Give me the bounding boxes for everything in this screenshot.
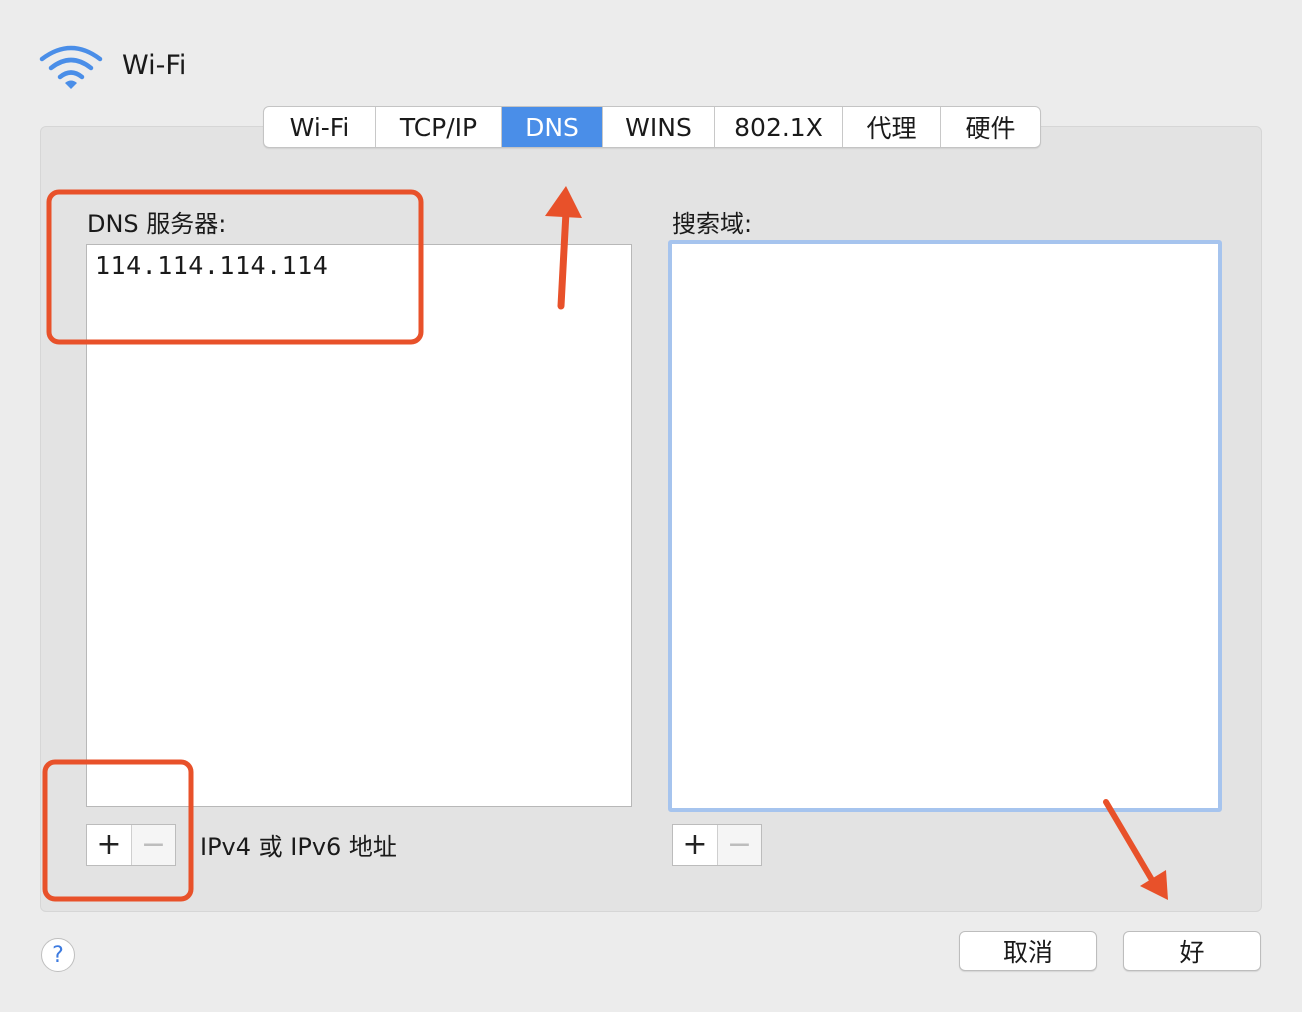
tab-wins[interactable]: WINS	[603, 107, 715, 147]
dns-add-remove-group: + −	[86, 824, 176, 866]
search-domains-list[interactable]	[668, 240, 1222, 812]
tab-dns[interactable]: DNS	[502, 107, 603, 147]
tab-hardware[interactable]: 硬件	[941, 107, 1040, 147]
window-title: Wi-Fi	[122, 49, 187, 81]
cancel-button[interactable]: 取消	[959, 931, 1097, 971]
search-domains-label: 搜索域:	[672, 210, 753, 238]
window-header: Wi-Fi	[38, 40, 186, 92]
dns-servers-list[interactable]: 114.114.114.114	[86, 244, 632, 807]
tab-8021x[interactable]: 802.1X	[715, 107, 843, 147]
dns-address-hint: IPv4 或 IPv6 地址	[200, 833, 397, 861]
search-add-remove-group: + −	[672, 824, 762, 866]
dns-servers-label: DNS 服务器:	[87, 210, 227, 238]
tab-tcpip[interactable]: TCP/IP	[376, 107, 502, 147]
dns-server-entry[interactable]: 114.114.114.114	[87, 245, 631, 286]
wifi-icon	[39, 45, 103, 89]
remove-search-domain-button[interactable]: −	[717, 825, 761, 865]
add-dns-server-button[interactable]: +	[87, 825, 131, 865]
remove-dns-server-button[interactable]: −	[131, 825, 175, 865]
tab-wifi[interactable]: Wi-Fi	[264, 107, 376, 147]
help-button[interactable]: ?	[41, 938, 75, 972]
tab-bar: Wi-Fi TCP/IP DNS WINS 802.1X 代理 硬件	[263, 106, 1041, 148]
add-search-domain-button[interactable]: +	[673, 825, 717, 865]
tab-proxy[interactable]: 代理	[843, 107, 941, 147]
ok-button[interactable]: 好	[1123, 931, 1261, 971]
